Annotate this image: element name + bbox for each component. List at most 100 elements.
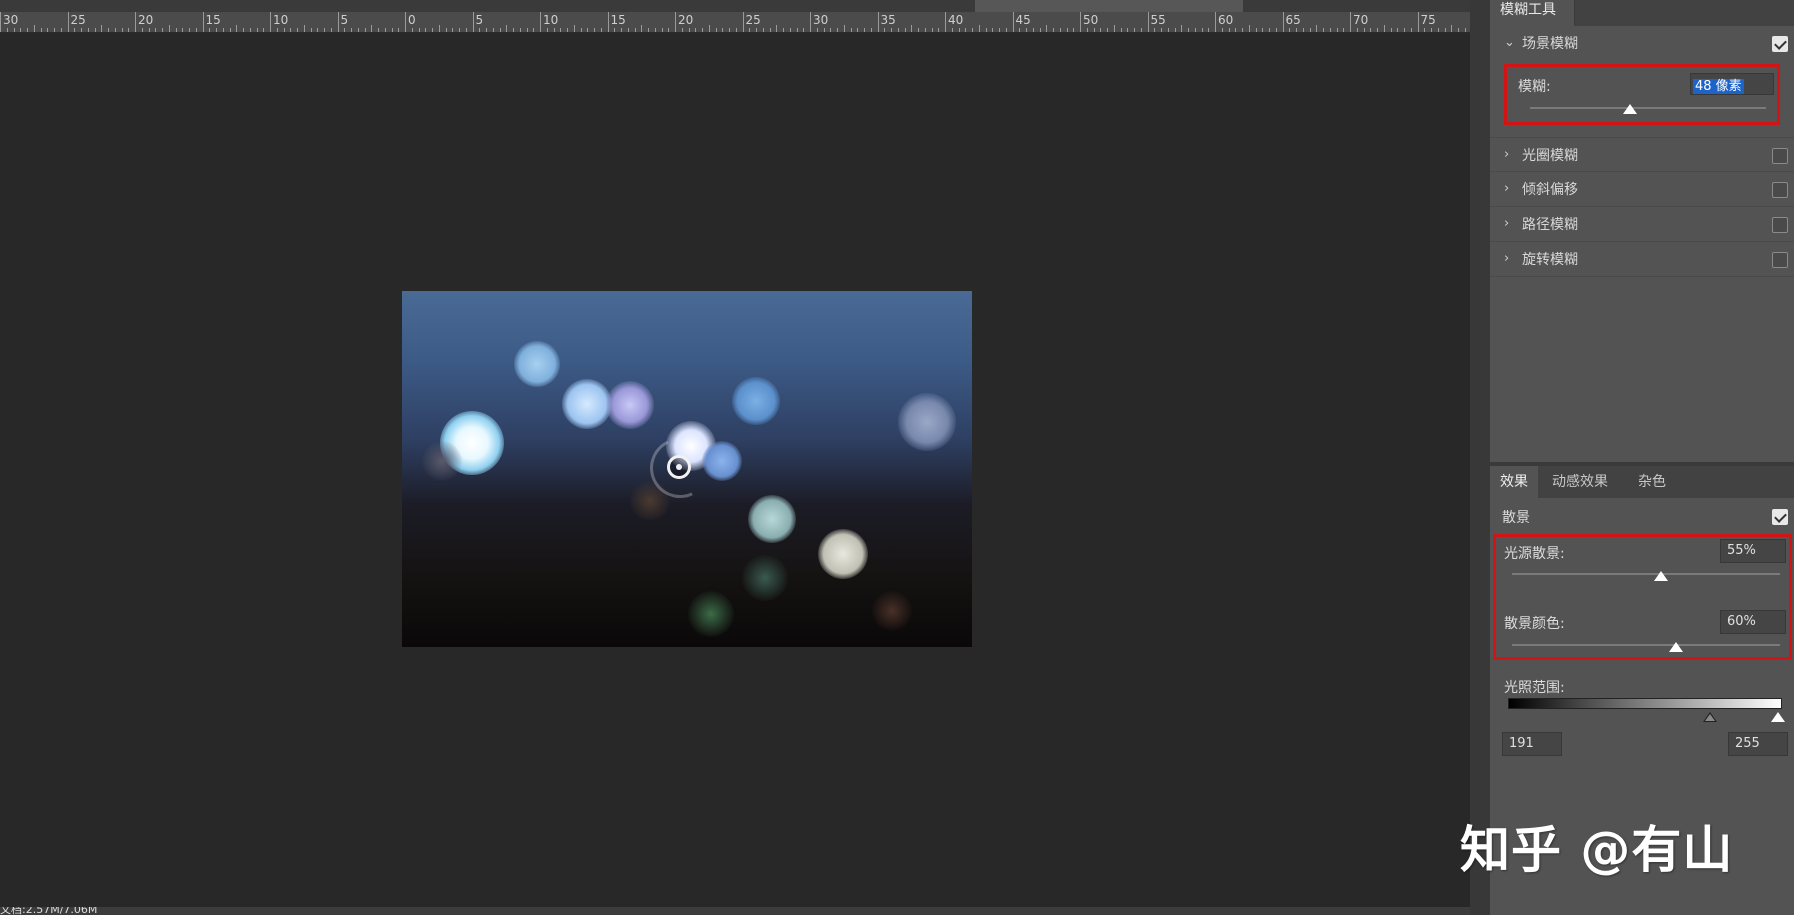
- light-bokeh-slider-track[interactable]: [1512, 573, 1780, 575]
- chevron-right-icon[interactable]: ›: [1504, 252, 1516, 265]
- ruler-label: 65: [1285, 13, 1301, 27]
- ruler-minor-tick: [1161, 28, 1162, 32]
- ruler-minor-tick: [47, 28, 49, 32]
- section-spin-blur[interactable]: › 旋转模糊: [1490, 242, 1794, 277]
- ruler-minor-tick: [344, 28, 346, 32]
- ruler-label: 35: [880, 13, 896, 27]
- ruler-minor-tick: [897, 28, 899, 32]
- ruler-minor-tick: [1201, 28, 1203, 32]
- blur-slider-thumb[interactable]: [1623, 104, 1637, 114]
- ruler-minor-tick: [398, 28, 400, 32]
- ruler-major-tick: [472, 12, 474, 32]
- iris-blur-checkbox[interactable]: [1772, 148, 1788, 164]
- spin-blur-checkbox[interactable]: [1772, 252, 1788, 268]
- section-label: 旋转模糊: [1522, 252, 1578, 268]
- ruler-major-tick: [1350, 12, 1351, 32]
- ruler-minor-tick: [87, 28, 89, 32]
- ruler-minor-tick: [222, 28, 224, 32]
- ruler-minor-tick: [121, 28, 123, 32]
- ruler-minor-tick: [1242, 28, 1243, 32]
- light-range-low-thumb[interactable]: [1703, 712, 1717, 722]
- ruler-minor-tick: [1194, 28, 1196, 32]
- bokeh-color-slider-track[interactable]: [1512, 644, 1780, 646]
- ruler-minor-tick: [1134, 28, 1135, 32]
- ruler-minor-tick: [1248, 25, 1250, 32]
- section-field-blur[interactable]: ⌄ 场景模糊: [1490, 26, 1794, 62]
- ruler-minor-tick: [155, 28, 157, 32]
- ruler-minor-tick: [128, 28, 130, 32]
- ruler-major-tick: [337, 12, 339, 32]
- chevron-right-icon[interactable]: ›: [1504, 182, 1516, 195]
- light-bokeh-input[interactable]: 55%: [1720, 539, 1786, 563]
- ruler-minor-tick: [729, 28, 730, 32]
- watermark-text: 知乎 @有山: [1460, 821, 1734, 879]
- chevron-right-icon[interactable]: ›: [1504, 148, 1516, 161]
- ruler-label: 60: [1218, 13, 1234, 27]
- section-iris-blur[interactable]: › 光圈模糊: [1490, 137, 1794, 172]
- section-tilt-shift[interactable]: › 倾斜偏移: [1490, 172, 1794, 207]
- field-blur-checkbox[interactable]: [1772, 36, 1788, 52]
- bokeh-color-slider-thumb[interactable]: [1669, 642, 1683, 652]
- ruler-minor-tick: [904, 28, 906, 32]
- bokeh-light: [742, 555, 788, 601]
- ruler-minor-tick: [756, 28, 757, 32]
- ruler-minor-tick: [992, 28, 994, 32]
- tilt-shift-checkbox[interactable]: [1772, 182, 1788, 198]
- ruler-minor-tick: [425, 28, 427, 32]
- ruler-minor-tick: [627, 28, 629, 32]
- ruler-minor-tick: [209, 28, 211, 32]
- ruler-minor-tick: [668, 28, 670, 32]
- tab-motion-effects[interactable]: 动感效果: [1542, 466, 1618, 498]
- document-tab-active[interactable]: [975, 0, 1243, 12]
- light-range-low-input[interactable]: 191: [1502, 732, 1562, 756]
- blur-amount-input[interactable]: 48 像素: [1690, 73, 1774, 95]
- chevron-right-icon[interactable]: ›: [1504, 217, 1516, 230]
- blur-slider-track[interactable]: [1530, 107, 1766, 109]
- chevron-down-icon[interactable]: ⌄: [1504, 36, 1516, 49]
- ruler-minor-tick: [553, 28, 555, 32]
- blur-tools-panel: 模糊工具 ⌄ 场景模糊 模糊: 48 像素 › 光圈模糊 › 倾斜偏移 › 路径…: [1490, 0, 1794, 915]
- light-bokeh-slider-thumb[interactable]: [1654, 571, 1668, 581]
- ruler-minor-tick: [735, 28, 737, 32]
- bokeh-night-photo[interactable]: [402, 291, 972, 647]
- light-range-gradient[interactable]: [1508, 698, 1782, 709]
- ruler-minor-tick: [1377, 28, 1378, 32]
- bokeh-color-label: 散景颜色:: [1504, 616, 1565, 632]
- panel-divider[interactable]: [1470, 0, 1490, 915]
- ruler-minor-tick: [249, 28, 251, 32]
- ruler-minor-tick: [1431, 28, 1432, 32]
- ruler-minor-tick: [506, 25, 508, 32]
- light-bokeh-label: 光源散景:: [1504, 546, 1565, 562]
- ruler-minor-tick: [182, 28, 184, 32]
- light-range-high-thumb[interactable]: [1771, 712, 1785, 722]
- bokeh-light: [748, 495, 796, 543]
- section-path-blur[interactable]: › 路径模糊: [1490, 207, 1794, 242]
- section-label: 路径模糊: [1522, 217, 1578, 233]
- light-range-label: 光照范围:: [1504, 680, 1565, 696]
- ruler-minor-tick: [303, 25, 305, 32]
- blur-pin-icon[interactable]: [667, 455, 691, 479]
- ruler-minor-tick: [1127, 28, 1129, 32]
- ruler-minor-tick: [1221, 28, 1223, 32]
- ruler-minor-tick: [931, 28, 933, 32]
- ruler-label: 20: [678, 13, 694, 27]
- ruler-minor-tick: [1154, 28, 1156, 32]
- ruler-minor-tick: [911, 25, 913, 32]
- ruler-label: 40: [948, 13, 964, 27]
- ruler-minor-tick: [661, 28, 663, 32]
- ruler-minor-tick: [1005, 28, 1007, 32]
- tab-blur-tools[interactable]: 模糊工具: [1490, 0, 1575, 26]
- light-range-low-value: 191: [1509, 736, 1534, 751]
- ruler-minor-tick: [1113, 25, 1115, 32]
- ruler-minor-tick: [330, 28, 332, 32]
- tab-effects[interactable]: 效果: [1490, 466, 1538, 498]
- bokeh-checkbox[interactable]: [1772, 509, 1788, 525]
- canvas-area[interactable]: [0, 33, 1470, 907]
- tab-noise[interactable]: 杂色: [1628, 466, 1676, 498]
- path-blur-checkbox[interactable]: [1772, 217, 1788, 233]
- ruler-minor-tick: [1464, 28, 1466, 32]
- bokeh-color-input[interactable]: 60%: [1720, 610, 1786, 634]
- ruler-minor-tick: [1120, 28, 1122, 32]
- ruler-minor-tick: [1026, 28, 1027, 32]
- light-range-high-input[interactable]: 255: [1728, 732, 1788, 756]
